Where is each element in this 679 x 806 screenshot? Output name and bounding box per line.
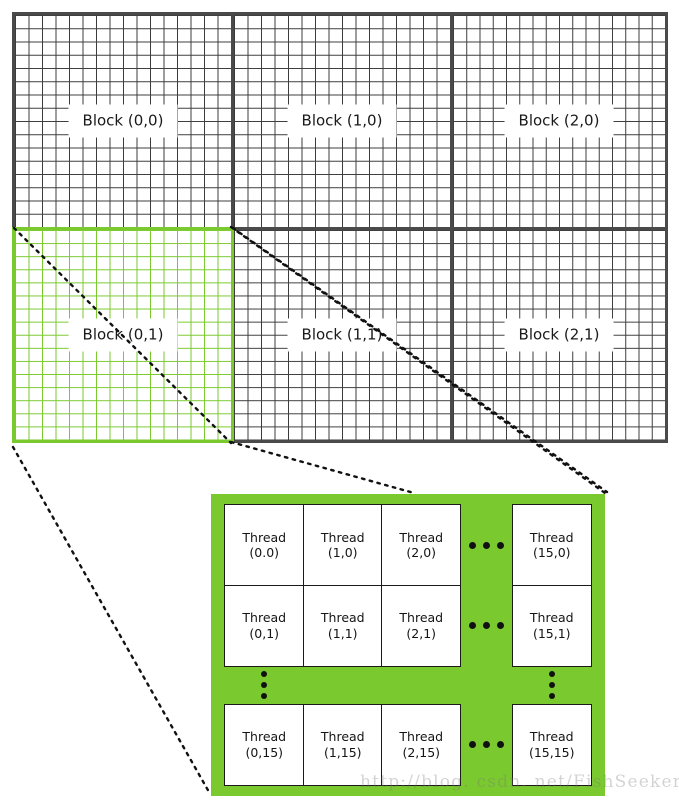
ellipsis-vertical — [513, 666, 592, 704]
connector-line-mid-right — [229, 440, 416, 495]
thread-cell: Thread (0,1) — [224, 584, 305, 668]
thread-label-index: (15,1) — [532, 625, 571, 641]
spacer-cell — [382, 666, 461, 704]
thread-cell: Thread (15,0) — [511, 504, 592, 587]
block-label-2-0: Block (2,0) — [504, 104, 614, 138]
thread-cell: Thread (2,0) — [381, 504, 462, 587]
thread-label-word: Thread — [529, 729, 574, 745]
block-label-2-1: Block (2,1) — [504, 318, 614, 352]
thread-label-word: Thread — [320, 610, 365, 626]
thread-label-index: (0,15) — [245, 744, 284, 760]
thread-label-word: Thread — [399, 529, 444, 545]
thread-label-word: Thread — [529, 610, 574, 626]
thread-label-index: (2,0) — [406, 545, 437, 561]
connector-line-bottom-left — [11, 445, 211, 794]
thread-block-grid: Block (0,0) Block (1,0) Block (2,0) Bloc… — [12, 12, 668, 443]
thread-cell: Thread (2,1) — [381, 584, 462, 668]
spacer-cell — [461, 666, 513, 704]
thread-label-word: Thread — [320, 729, 365, 745]
diagram-canvas: Block (0,0) Block (1,0) Block (2,0) Bloc… — [0, 0, 679, 806]
thread-label-index: (15,0) — [532, 545, 571, 561]
thread-label-index: (2,15) — [402, 744, 441, 760]
thread-label-word: Thread — [399, 729, 444, 745]
block-label-0-1: Block (0,1) — [68, 318, 178, 352]
thread-label-index: (1,0) — [327, 545, 358, 561]
block-label-1-0: Block (1,0) — [287, 104, 397, 138]
thread-grid: Thread (0.0) Thread (1,0) Thread (2,0) Thread(… — [224, 504, 592, 786]
thread-cell: Thread (1,1) — [302, 584, 383, 668]
ellipsis-horizontal — [461, 505, 513, 586]
block-label-0-0: Block (0,0) — [68, 104, 178, 138]
thread-cell: Thread (0.0) — [224, 504, 305, 587]
thread-label-word: Thread — [529, 529, 574, 545]
thread-label-index: (15,15) — [528, 744, 575, 760]
spacer-cell — [304, 666, 383, 704]
thread-label-index: (1,15) — [323, 744, 362, 760]
thread-label-index: (2,1) — [406, 625, 437, 641]
thread-label-word: Thread — [242, 529, 287, 545]
ellipsis-horizontal — [461, 586, 513, 667]
ellipsis-vertical — [225, 666, 304, 704]
thread-label-word: Thread — [242, 729, 287, 745]
thread-label-word: Thread — [320, 529, 365, 545]
thread-label-index: (0,1) — [249, 625, 280, 641]
thread-label-word: Thread — [242, 610, 287, 626]
thread-cell: Thread (1,0) — [302, 504, 383, 587]
thread-label-word: Thread — [399, 610, 444, 626]
thread-cell: Thread (0,15) — [224, 703, 305, 786]
thread-label-index: (1,1) — [327, 625, 358, 641]
thread-label-index: (0.0) — [249, 545, 280, 561]
block-label-1-1: Block (1,1) — [287, 318, 397, 352]
thread-detail-panel: Thread (0.0) Thread (1,0) Thread (2,0) Thread(… — [211, 494, 605, 796]
thread-cell: Thread (15,1) — [511, 584, 592, 668]
watermark: http://blog. csdn. net/FishSeeker — [360, 772, 679, 792]
